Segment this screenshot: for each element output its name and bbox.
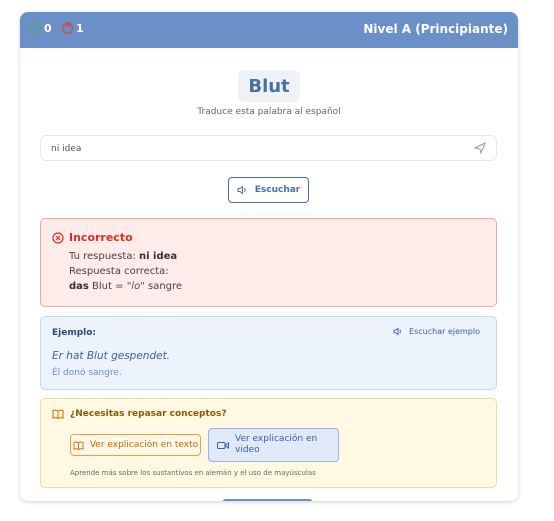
meaning-text: sangre [148, 281, 183, 292]
translation-text: "lo" [126, 281, 145, 292]
check-circle-icon [30, 23, 41, 34]
review-title: ¿Necesitas repasar conceptos? [70, 409, 227, 419]
text-explanation-button[interactable]: Ver explicación en texto [70, 434, 201, 456]
listen-label: Escuchar [254, 185, 301, 195]
send-icon[interactable] [474, 142, 486, 154]
next-button[interactable] [222, 499, 313, 501]
your-answer-label: Tu respuesta: [69, 251, 136, 262]
your-answer-line: Tu respuesta: ni idea [69, 249, 182, 264]
example-sentence: Er hat Blut gespendet. [52, 350, 171, 362]
answer-field[interactable] [40, 135, 497, 161]
listen-button[interactable]: Escuchar [228, 177, 309, 203]
your-answer-value: ni idea [139, 251, 178, 262]
x-circle-icon [62, 20, 73, 34]
x-circle-icon [52, 231, 64, 244]
speaker-icon [237, 185, 248, 195]
result-panel: Incorrecto Tu respuesta: ni idea Respues… [40, 218, 497, 307]
correct-answer-label: Respuesta correcta: [69, 266, 169, 277]
review-heading: ¿Necesitas repasar conceptos? [52, 409, 227, 419]
book-icon [52, 409, 64, 419]
example-label: Ejemplo: [52, 328, 97, 338]
correct-count: 0 [44, 22, 52, 35]
listen-example-label: Escuchar ejemplo [409, 327, 480, 336]
wrong-count: 1 [76, 22, 84, 35]
video-explanation-button[interactable]: Ver explicación en video [208, 428, 339, 462]
review-footnote: Aprende más sobre los sustantivos en ale… [70, 469, 316, 477]
result-title: Incorrecto [69, 231, 133, 244]
level-label: Nivel A (Principiante) [363, 22, 508, 36]
listen-example-button[interactable]: Escuchar ejemplo [393, 327, 480, 336]
correct-answer-line: das Blut = "lo" sangre [69, 279, 182, 294]
video-explanation-label: Ver explicación en video [235, 434, 318, 455]
article-text: das [69, 281, 89, 292]
text-explanation-label: Ver explicación en texto [89, 440, 199, 450]
wrong-score: 1 [62, 20, 84, 35]
quiz-card: 0 1 Nivel A (Principiante) Blut Traduce … [20, 12, 518, 501]
example-panel: Ejemplo: Escuchar ejemplo Er hat Blut ge… [40, 316, 497, 390]
noun-text: Blut = [92, 281, 124, 292]
book-icon [73, 441, 84, 450]
word-display: Blut [238, 70, 300, 102]
result-details: Tu respuesta: ni idea Respuesta correcta… [69, 249, 182, 294]
video-icon [217, 441, 229, 450]
review-panel: ¿Necesitas repasar conceptos? Ver explic… [40, 398, 497, 488]
answer-input[interactable] [51, 141, 461, 157]
example-translation: Él donó sangre. [52, 368, 122, 378]
header-bar: 0 1 Nivel A (Principiante) [20, 12, 518, 48]
correct-score: 0 [30, 22, 52, 35]
instruction-text: Traduce esta palabra al español [197, 107, 341, 117]
result-heading: Incorrecto [52, 231, 133, 244]
speaker-icon [393, 327, 403, 336]
